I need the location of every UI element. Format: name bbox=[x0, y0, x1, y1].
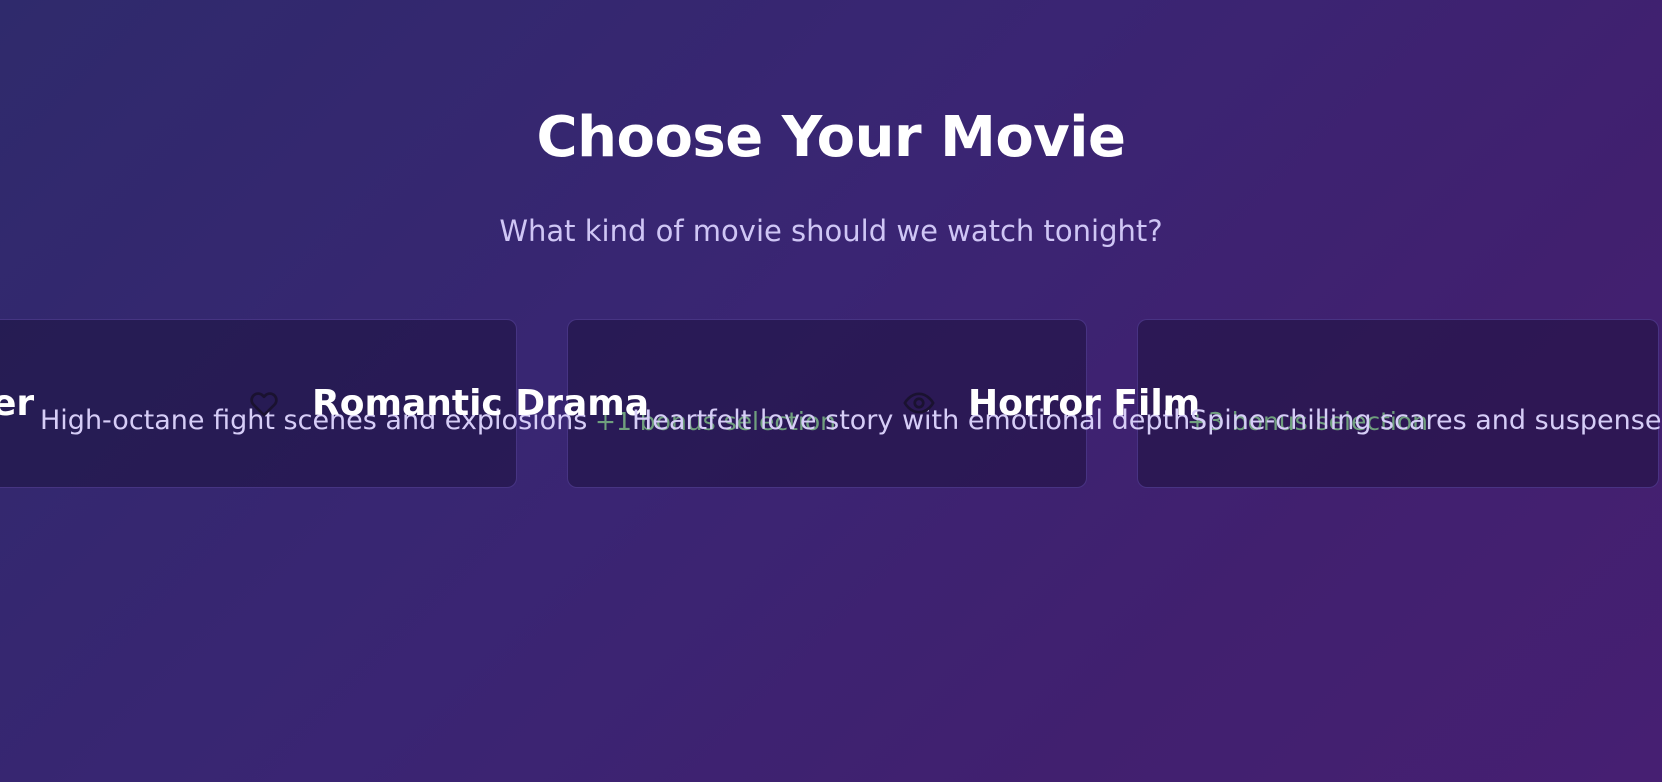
card-title-action: er bbox=[0, 383, 35, 424]
page-title: Choose Your Movie bbox=[536, 105, 1126, 170]
card-description-horror-film: Spine-chilling scares and suspense bbox=[1190, 405, 1662, 436]
eye-icon bbox=[902, 386, 936, 420]
card-title-horror-film: Horror Film bbox=[968, 383, 1201, 424]
heart-icon bbox=[247, 386, 281, 420]
page-subtitle: What kind of movie should we watch tonig… bbox=[499, 214, 1163, 248]
card-title-romantic-drama: Romantic Drama bbox=[312, 383, 650, 424]
